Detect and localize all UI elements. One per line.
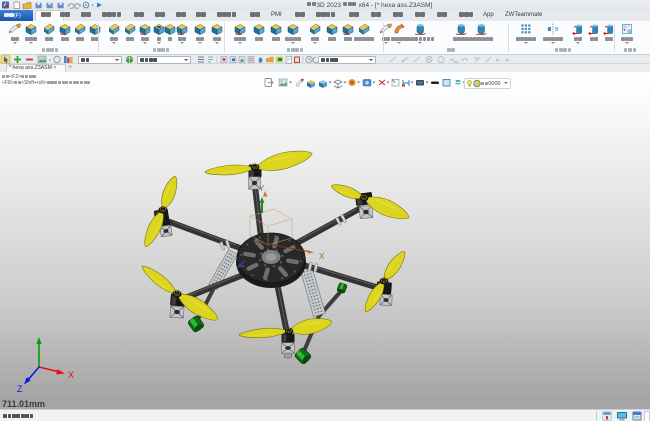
svg-text:X: X — [319, 252, 325, 261]
svg-text:X: X — [68, 370, 74, 380]
svg-text:Z: Z — [17, 384, 23, 394]
